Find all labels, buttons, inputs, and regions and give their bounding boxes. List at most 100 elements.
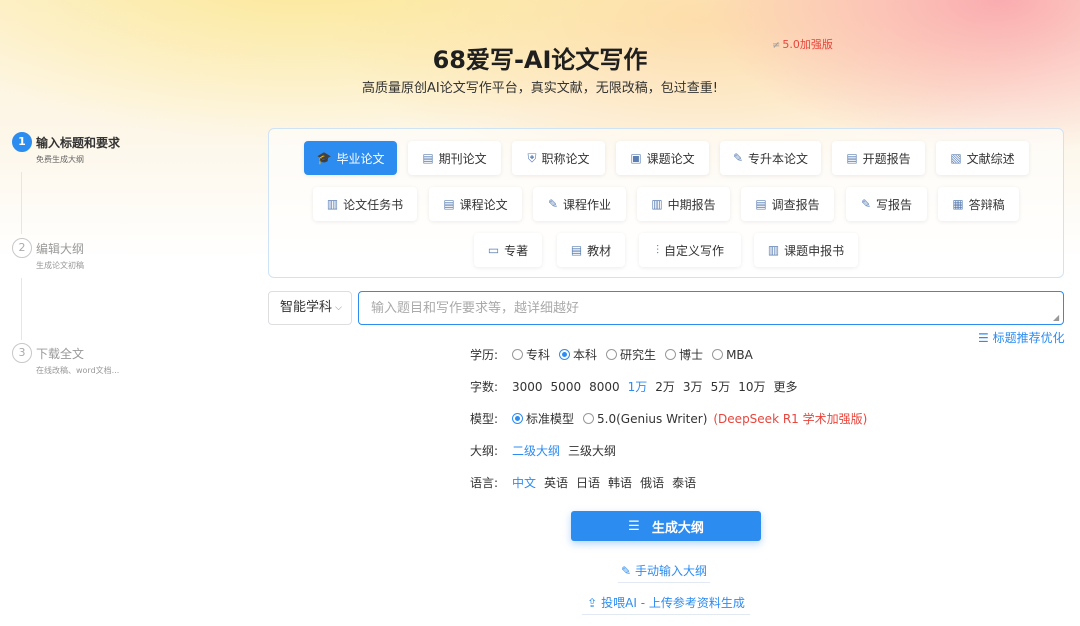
upload-material-label: 投喂AI - 上传参考资料生成 — [601, 596, 745, 610]
type-title-paper[interactable]: ⛨ 职称论文 — [512, 141, 605, 175]
type-label: 论文任务书 — [343, 197, 404, 212]
type-project-paper[interactable]: ▣ 课题论文 — [616, 141, 709, 175]
type-custom-writing[interactable]: ⫶ 自定义写作 — [639, 233, 741, 267]
type-defense-draft[interactable]: ▦ 答辩稿 — [938, 187, 1019, 221]
word-count-row: 字数: 3000 5000 8000 1万 2万 3万 5万 10万 更多 — [470, 378, 806, 395]
language-option[interactable]: 泰语 — [672, 474, 696, 491]
homework-icon: ✎ — [547, 197, 559, 211]
manual-outline-link[interactable]: ✎ 手动输入大纲 — [618, 562, 710, 583]
type-course-homework[interactable]: ✎ 课程作业 — [533, 187, 626, 221]
clipboard-icon: ▥ — [651, 197, 663, 211]
model-radio-genius[interactable]: 5.0(Genius Writer) — [583, 412, 707, 426]
model-label: 模型: — [470, 412, 499, 426]
model-row: 模型: 标准模型 5.0(Genius Writer) (DeepSeek R1… — [470, 410, 867, 427]
outline-row: 大纲: 二级大纲 三级大纲 — [470, 442, 624, 459]
document-edit-icon: ✎ — [732, 151, 744, 165]
outline-option-selected[interactable]: 二级大纲 — [512, 442, 560, 459]
topic-input[interactable] — [358, 291, 1064, 325]
step-connector — [21, 172, 22, 234]
type-monograph[interactable]: ▭ 专著 — [474, 233, 542, 267]
version-badge: ≠ 5.0加强版 — [772, 36, 833, 52]
word-count-option[interactable]: 10万 — [738, 378, 765, 395]
step-desc: 免费生成大纲 — [36, 155, 84, 164]
degree-radio-master[interactable]: 研究生 — [606, 346, 656, 363]
word-count-option[interactable]: 5万 — [711, 378, 731, 395]
clipboard-icon: ▥ — [326, 197, 339, 211]
title-optimize-link[interactable]: ☰ 标题推荐优化 — [978, 329, 1065, 346]
step-number: 1 — [12, 132, 32, 152]
degree-radio-junior[interactable]: 专科 — [512, 346, 550, 363]
type-task-book[interactable]: ▥ 论文任务书 — [313, 187, 417, 221]
type-label: 教材 — [587, 243, 612, 258]
monograph-icon: ▭ — [487, 243, 500, 257]
type-label: 毕业论文 — [336, 151, 385, 166]
step-connector — [21, 278, 22, 340]
type-upgrade-paper[interactable]: ✎ 专升本论文 — [720, 141, 821, 175]
type-label: 课题论文 — [646, 151, 695, 166]
document-icon: ▤ — [443, 197, 455, 211]
model-note: (DeepSeek R1 学术加强版) — [713, 412, 868, 426]
word-count-option[interactable]: 8000 — [589, 380, 620, 394]
outline-option[interactable]: 三级大纲 — [568, 442, 616, 459]
word-count-option-selected[interactable]: 1万 — [628, 378, 648, 395]
type-label: 课题申报书 — [784, 243, 845, 258]
degree-radio-mba[interactable]: MBA — [712, 348, 753, 362]
subject-select-value: 智能学科 — [280, 300, 333, 315]
type-label: 中期报告 — [667, 197, 716, 212]
type-midterm-report[interactable]: ▥ 中期报告 — [637, 187, 730, 221]
book-icon: ▣ — [630, 151, 642, 165]
chevron-down-icon: ⌵ — [335, 303, 342, 313]
degree-row: 学历: 专科 本科 研究生 博士 MBA — [470, 346, 762, 363]
shield-icon: ⛨ — [527, 150, 537, 165]
sliders-icon: ⫶ — [655, 242, 659, 257]
type-literature-review[interactable]: ▧ 文献综述 — [936, 141, 1029, 175]
type-label: 文献综述 — [966, 151, 1015, 166]
word-count-option[interactable]: 5000 — [551, 380, 582, 394]
manual-outline-label: 手动输入大纲 — [635, 564, 708, 578]
type-label: 课程论文 — [459, 197, 508, 212]
degree-radio-bachelor[interactable]: 本科 — [559, 346, 597, 363]
word-count-option[interactable]: 2万 — [655, 378, 675, 395]
step-desc: 生成论文初稿 — [36, 261, 84, 270]
word-count-option[interactable]: 更多 — [773, 378, 797, 395]
language-option[interactable]: 俄语 — [640, 474, 664, 491]
type-textbook[interactable]: ▤ 教材 — [557, 233, 625, 267]
upload-icon: ⇪ — [587, 596, 598, 610]
subtitle: 高质量原创AI论文写作平台，真实文献，无限改稿，包过查重! — [362, 81, 718, 96]
language-option-selected[interactable]: 中文 — [512, 474, 536, 491]
type-label: 期刊论文 — [438, 151, 487, 166]
report-icon: ▤ — [846, 151, 858, 165]
app-title: 68爱写-AI论文写作 — [432, 46, 648, 74]
language-option[interactable]: 日语 — [576, 474, 600, 491]
type-label: 课程作业 — [563, 197, 612, 212]
upload-material-link[interactable]: ⇪ 投喂AI - 上传参考资料生成 — [582, 594, 750, 615]
textbook-icon: ▤ — [570, 243, 583, 257]
step-title: 输入标题和要求 — [36, 136, 121, 150]
subject-select[interactable]: 智能学科 ⌵ — [268, 291, 352, 325]
type-write-report[interactable]: ✎ 写报告 — [846, 187, 927, 221]
type-graduation-thesis[interactable]: 🎓 毕业论文 — [304, 141, 397, 175]
type-proposal-report[interactable]: ▤ 开题报告 — [832, 141, 925, 175]
language-option[interactable]: 韩语 — [608, 474, 632, 491]
type-label: 自定义写作 — [664, 243, 725, 258]
language-option[interactable]: 英语 — [544, 474, 568, 491]
word-count-option[interactable]: 3万 — [683, 378, 703, 395]
type-course-paper[interactable]: ▤ 课程论文 — [429, 187, 522, 221]
type-label: 专升本论文 — [748, 151, 809, 166]
type-survey-report[interactable]: ▤ 调查报告 — [741, 187, 834, 221]
defense-icon: ▦ — [952, 197, 964, 211]
type-journal-paper[interactable]: ▤ 期刊论文 — [408, 141, 501, 175]
type-label: 专著 — [504, 243, 529, 258]
language-label: 语言: — [470, 476, 499, 490]
version-badge-label: 5.0加强版 — [782, 38, 833, 51]
outline-label: 大纲: — [470, 444, 499, 458]
word-count-label: 字数: — [470, 380, 499, 394]
language-row: 语言: 中文 英语 日语 韩语 俄语 泰语 — [470, 474, 704, 491]
resize-handle-icon[interactable]: ◢ — [1053, 313, 1059, 322]
word-count-option[interactable]: 3000 — [512, 380, 543, 394]
model-radio-standard[interactable]: 标准模型 — [512, 410, 574, 427]
edit-icon: ✎ — [620, 564, 632, 578]
generate-outline-button[interactable]: ☰ 生成大纲 — [571, 511, 761, 541]
degree-radio-doctor[interactable]: 博士 — [665, 346, 703, 363]
type-project-application[interactable]: ▥ 课题申报书 — [754, 233, 858, 267]
